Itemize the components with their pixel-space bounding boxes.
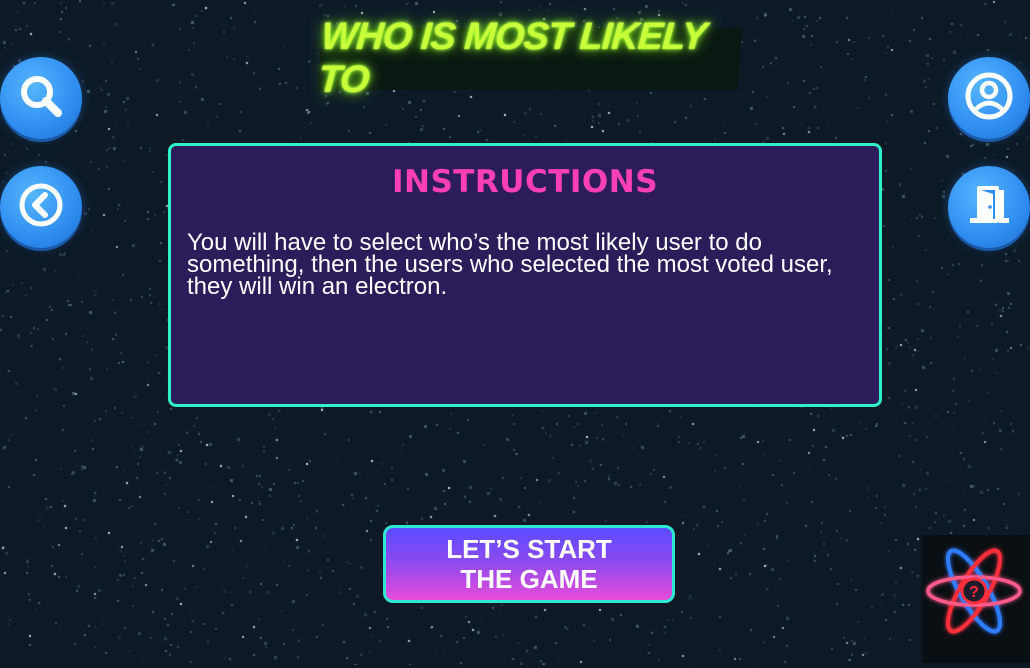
back-button[interactable] <box>0 166 82 248</box>
game-title: WHO IS MOST LIKELY TO <box>317 16 743 101</box>
instructions-heading: INSTRUCTIONS <box>391 164 659 200</box>
exit-door-icon <box>962 178 1016 237</box>
atom-logo-icon: ? <box>922 548 1030 667</box>
start-game-button[interactable]: LET’S START THE GAME <box>383 525 675 603</box>
instructions-text: You will have to select who’s the most l… <box>187 229 833 300</box>
instructions-panel: INSTRUCTIONS You will have to select who… <box>168 143 882 407</box>
start-game-label: LET’S START THE GAME <box>446 534 612 594</box>
search-icon <box>16 71 66 126</box>
profile-button[interactable] <box>948 57 1030 139</box>
svg-text:?: ? <box>969 584 979 601</box>
search-button[interactable] <box>0 57 82 139</box>
back-arrow-icon <box>16 180 66 235</box>
app-logo: ? <box>922 535 1030 663</box>
user-profile-icon <box>962 69 1016 128</box>
exit-button[interactable] <box>948 166 1030 248</box>
